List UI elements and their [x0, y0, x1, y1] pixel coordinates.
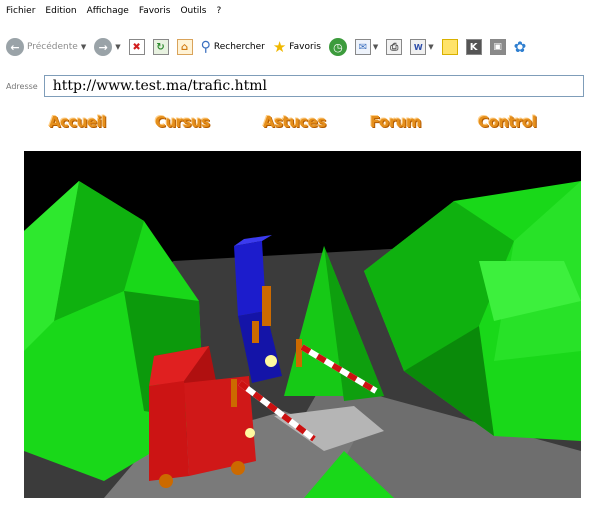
- word-icon: W: [410, 39, 427, 55]
- back-button[interactable]: ← Précédente ▼: [6, 38, 86, 56]
- menu-outils[interactable]: Outils: [180, 6, 206, 16]
- menu-bar: Fichier Edition Affichage Favoris Outils…: [0, 0, 600, 22]
- back-dropdown-icon[interactable]: ▼: [81, 43, 86, 51]
- history-icon[interactable]: ◷: [328, 38, 347, 56]
- forward-arrow-icon: →: [94, 38, 113, 56]
- search-button-label: Rechercher: [213, 42, 265, 52]
- address-field[interactable]: http://www.test.ma/trafic.html: [43, 75, 584, 97]
- print-icon[interactable]: ⎙: [386, 39, 403, 55]
- book-icon[interactable]: ▣: [489, 39, 506, 55]
- menu-edition[interactable]: Edition: [45, 6, 76, 16]
- k-app-icon[interactable]: K: [465, 39, 482, 55]
- mail-dropdown-icon[interactable]: ▼: [373, 43, 378, 51]
- forward-dropdown-icon[interactable]: ▼: [115, 43, 120, 51]
- edit-dropdown-icon[interactable]: ▼: [428, 43, 433, 51]
- browser-toolbar: ← Précédente ▼ → ▼ ✖ ↻ ⌂ ⚲ Rechercher ★ …: [0, 22, 600, 72]
- note-icon[interactable]: [441, 39, 458, 55]
- edit-button[interactable]: W ▼: [410, 39, 434, 55]
- back-button-label: Précédente: [27, 42, 78, 52]
- scene-canvas: [24, 151, 581, 498]
- search-icon: ⚲: [200, 39, 211, 55]
- address-label: Adresse: [6, 81, 38, 91]
- nav-forum[interactable]: Forum: [370, 113, 422, 131]
- menu-affichage[interactable]: Affichage: [87, 6, 129, 16]
- address-bar: Adresse http://www.test.ma/trafic.html: [0, 72, 600, 100]
- nav-cursus[interactable]: Cursus: [155, 113, 210, 131]
- stop-icon[interactable]: ✖: [128, 39, 145, 55]
- nav-accueil[interactable]: Accueil: [49, 113, 107, 131]
- back-arrow-icon: ←: [6, 38, 24, 56]
- nav-control[interactable]: Control: [478, 113, 537, 131]
- traffic-scene[interactable]: [24, 151, 581, 498]
- refresh-icon[interactable]: ↻: [152, 39, 169, 55]
- forward-button[interactable]: → ▼: [94, 38, 121, 56]
- home-icon[interactable]: ⌂: [176, 39, 193, 55]
- search-button[interactable]: ⚲ Rechercher: [201, 39, 265, 55]
- star-icon: ★: [272, 38, 287, 56]
- nav-astuces[interactable]: Astuces: [263, 113, 326, 131]
- menu-favoris[interactable]: Favoris: [139, 6, 171, 16]
- mail-icon: ✉: [354, 39, 371, 55]
- messenger-icon[interactable]: ✿: [514, 38, 527, 56]
- site-nav: Accueil Cursus Astuces Forum Control: [0, 105, 600, 141]
- menu-fichier[interactable]: Fichier: [6, 6, 35, 16]
- menu-help[interactable]: ?: [216, 6, 221, 16]
- favorites-button-label: Favoris: [289, 42, 321, 52]
- favorites-button[interactable]: ★ Favoris: [273, 38, 321, 56]
- mail-button[interactable]: ✉ ▼: [354, 39, 378, 55]
